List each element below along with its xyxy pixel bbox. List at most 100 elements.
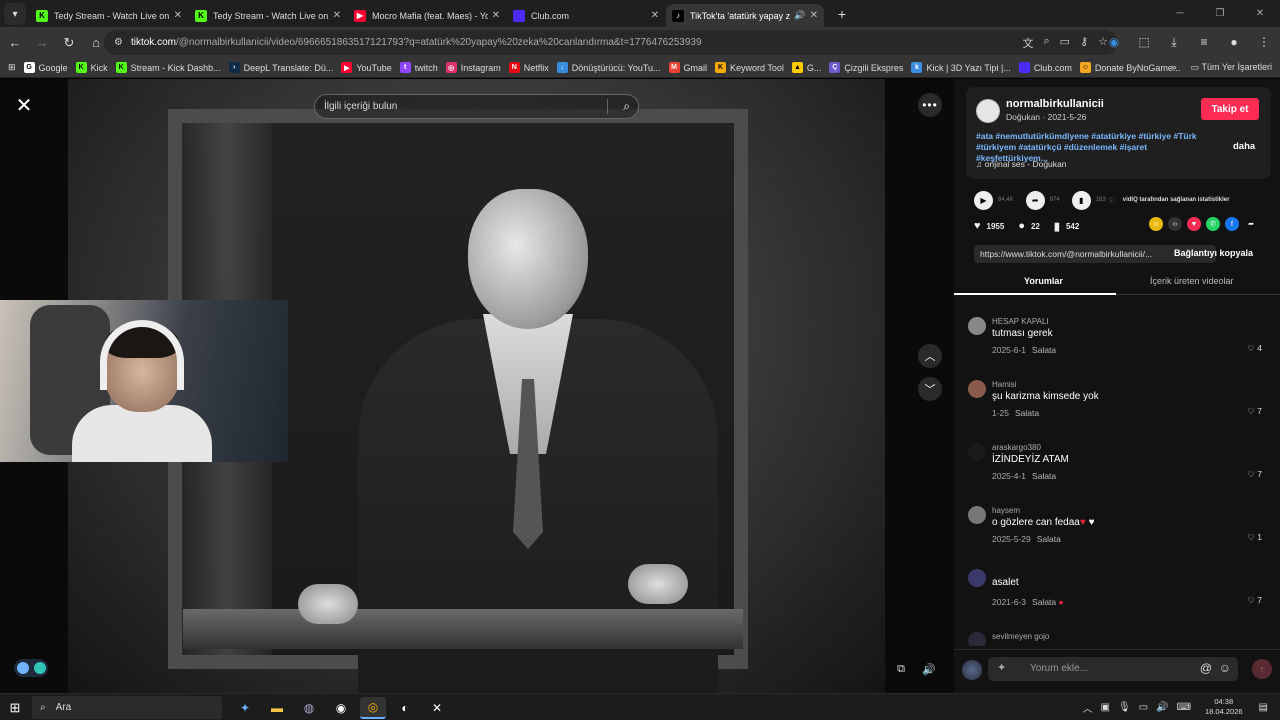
whatsapp-icon[interactable]: ✆ (1206, 217, 1220, 231)
close-tab-icon[interactable]: ✕ (810, 10, 818, 21)
capcut-icon[interactable]: ✕ (424, 697, 450, 719)
bookmark-cizgili-ekspres[interactable]: Ç Çizgili Ekspres (829, 62, 903, 73)
tray-overflow-icon[interactable]: ︿ (1083, 700, 1093, 715)
comment-like[interactable]: ♡ 7 (1247, 469, 1262, 480)
volume-icon[interactable]: 🔊 (919, 659, 939, 679)
network-icon[interactable]: ▭ (1139, 702, 1148, 713)
windows-start-icon[interactable]: ⊞ (6, 699, 24, 717)
close-video-button[interactable]: ✕ (12, 93, 36, 117)
reply-button[interactable]: Salata (1037, 534, 1061, 544)
comment-username[interactable]: HESAP KAPALI (992, 317, 1049, 326)
cast-icon[interactable]: ▭ (1060, 35, 1070, 51)
discord-icon[interactable]: ◉ (328, 697, 354, 719)
info-icon[interactable]: ⓘ (1109, 196, 1115, 205)
bookmark-gmail[interactable]: M Gmail (668, 62, 707, 73)
embed-icon[interactable]: ‹› (1168, 217, 1182, 231)
more-options-button[interactable]: ••• (918, 93, 942, 117)
comment-like[interactable]: ♡ 1 (1247, 532, 1262, 543)
commenter-avatar[interactable] (968, 317, 986, 335)
sticker-icon[interactable]: ✦ (997, 661, 1006, 674)
zoom-icon[interactable]: ⌕ (1043, 35, 1049, 51)
browser-tab[interactable]: ▶ Mocro Mafia (feat. Maes) - You... ✕ (348, 4, 506, 27)
tab-creator-videos[interactable]: İçerik üreten videolar (1150, 276, 1234, 286)
previous-video-button[interactable]: ︿ (918, 344, 942, 368)
commenter-avatar[interactable] (968, 380, 986, 398)
taskbar-search[interactable]: ⌕ Ara (32, 696, 222, 719)
reply-button[interactable]: Salata (1032, 345, 1056, 355)
browser-tab-active[interactable]: ♪ TikTok'ta 'atatürk yapay zek... 🔊 ✕ (666, 4, 824, 27)
search-icon[interactable]: ⌕ (623, 99, 630, 114)
close-tab-icon[interactable]: ✕ (492, 10, 500, 21)
bookmark-icon[interactable]: ▮ (1054, 220, 1060, 233)
commenter-avatar[interactable] (968, 506, 986, 524)
address-bar[interactable]: ⚙ tiktok.com/@normalbirkullanicii/video/… (104, 30, 1118, 55)
download-icon[interactable]: ⤓ (1164, 31, 1184, 53)
current-user-avatar[interactable] (962, 660, 982, 680)
speaker-icon[interactable]: 🔊 (794, 10, 805, 21)
author-avatar[interactable] (976, 99, 1000, 123)
microphone-icon[interactable]: 🎙 (1118, 702, 1131, 713)
bookmark-deepl[interactable]: › DeepL Translate: Dü... (228, 62, 333, 73)
bookmark-converter[interactable]: ↓ Dönüştürücü: YouTu... (556, 62, 661, 73)
emoji-icon[interactable]: ☺ (1219, 661, 1231, 675)
floating-widget-toggle[interactable] (14, 659, 48, 677)
close-window-icon[interactable]: ✕ (1240, 0, 1280, 27)
bookmark-google[interactable]: G Google (23, 62, 68, 73)
bookmark-kick-3d-font[interactable]: k Kick | 3D Yazı Tipi |... (911, 62, 1011, 73)
site-info-icon[interactable]: ⚙ (114, 37, 123, 48)
comment-username[interactable]: haysem (992, 506, 1020, 515)
analytics-icon[interactable]: ▮ (1071, 190, 1091, 210)
show-more-button[interactable]: daha (1233, 141, 1255, 152)
bookmark-club[interactable]: Club.com (1018, 62, 1072, 73)
commenter-avatar[interactable] (968, 632, 986, 646)
follow-button[interactable]: Takip et (1201, 98, 1259, 120)
apps-grid-icon[interactable]: ⊞ (8, 62, 16, 73)
browser-tab[interactable]: K Tedy Stream - Watch Live on Ki... ✕ (189, 4, 347, 27)
send-comment-button[interactable]: ↑ (1252, 659, 1272, 679)
browser-tab[interactable]: K Tedy Stream - Watch Live on Ki... ✕ (30, 4, 188, 27)
chrome-icon[interactable]: ◎ (360, 697, 386, 719)
like-icon[interactable]: ♥ (974, 220, 981, 232)
comment-input[interactable]: ✦ Yorum ekle... @ ☺ (988, 657, 1238, 681)
comment-username[interactable]: araskargo380 (992, 443, 1041, 452)
reload-icon[interactable]: ↻ (57, 31, 81, 55)
commenter-avatar[interactable] (968, 443, 986, 461)
comment-username[interactable]: Hamisi (992, 380, 1016, 389)
close-tab-icon[interactable]: ✕ (174, 10, 182, 21)
tray-app-icon[interactable]: ▣ (1101, 702, 1110, 713)
bookmark-kick[interactable]: K Kick (75, 62, 108, 73)
bookmark-twitch[interactable]: t twitch (399, 62, 438, 73)
bookmark-bynogame[interactable]: ☺ Donate ByNoGame... (1079, 62, 1180, 73)
bookmark-kick-dashboard[interactable]: K Stream - Kick Dashb... (115, 62, 221, 73)
comment-like[interactable]: ♡ 4 (1247, 343, 1262, 354)
mention-icon[interactable]: @ (1200, 661, 1212, 675)
minimize-icon[interactable]: ─ (1160, 0, 1200, 27)
commenter-avatar[interactable] (968, 569, 986, 587)
related-search-input[interactable]: İlgili içeriği bulun ⌕ (314, 94, 639, 119)
author-username[interactable]: normalbirkullanicii (1006, 98, 1104, 110)
close-tab-icon[interactable]: ✕ (333, 10, 341, 21)
bookmark-instagram[interactable]: ◎ Instagram (445, 62, 501, 73)
comment-like[interactable]: ♡ 7 (1247, 595, 1262, 606)
new-tab-button[interactable]: + (831, 3, 853, 25)
password-key-icon[interactable]: ⚷ (1080, 35, 1088, 51)
maximize-icon[interactable]: ❐ (1200, 0, 1240, 27)
bookmarks-overflow-button[interactable]: » (1172, 62, 1177, 73)
all-bookmarks-button[interactable]: ▭ Tüm Yer İşaretleri (1191, 62, 1272, 73)
menu-icon[interactable]: ⋮ (1254, 31, 1274, 53)
tab-comments[interactable]: Yorumlar (1024, 276, 1063, 286)
reply-button[interactable]: Salata (1015, 408, 1039, 418)
profile-icon[interactable]: ● (1224, 31, 1244, 53)
picture-in-picture-icon[interactable]: ⧉ (891, 659, 911, 679)
facebook-icon[interactable]: f (1225, 217, 1239, 231)
reply-button[interactable]: Salata (1032, 471, 1056, 481)
share-icon[interactable]: ➦ (1244, 217, 1258, 231)
file-explorer-icon[interactable]: ▬ (264, 697, 290, 719)
bookmark-netflix[interactable]: N Netflix (508, 62, 549, 73)
browser-tab[interactable]: Club.com ✕ (507, 4, 665, 27)
coin-icon[interactable]: ☺ (1149, 217, 1163, 231)
app-icon[interactable]: ✦ (232, 697, 258, 719)
music-row[interactable]: ♫ orijinal ses - Doğukan (976, 159, 1066, 169)
comment-username[interactable]: sevilmeyen gojo (992, 632, 1049, 641)
copy-link-button[interactable]: Bağlantıyı kopyala (1174, 248, 1253, 258)
